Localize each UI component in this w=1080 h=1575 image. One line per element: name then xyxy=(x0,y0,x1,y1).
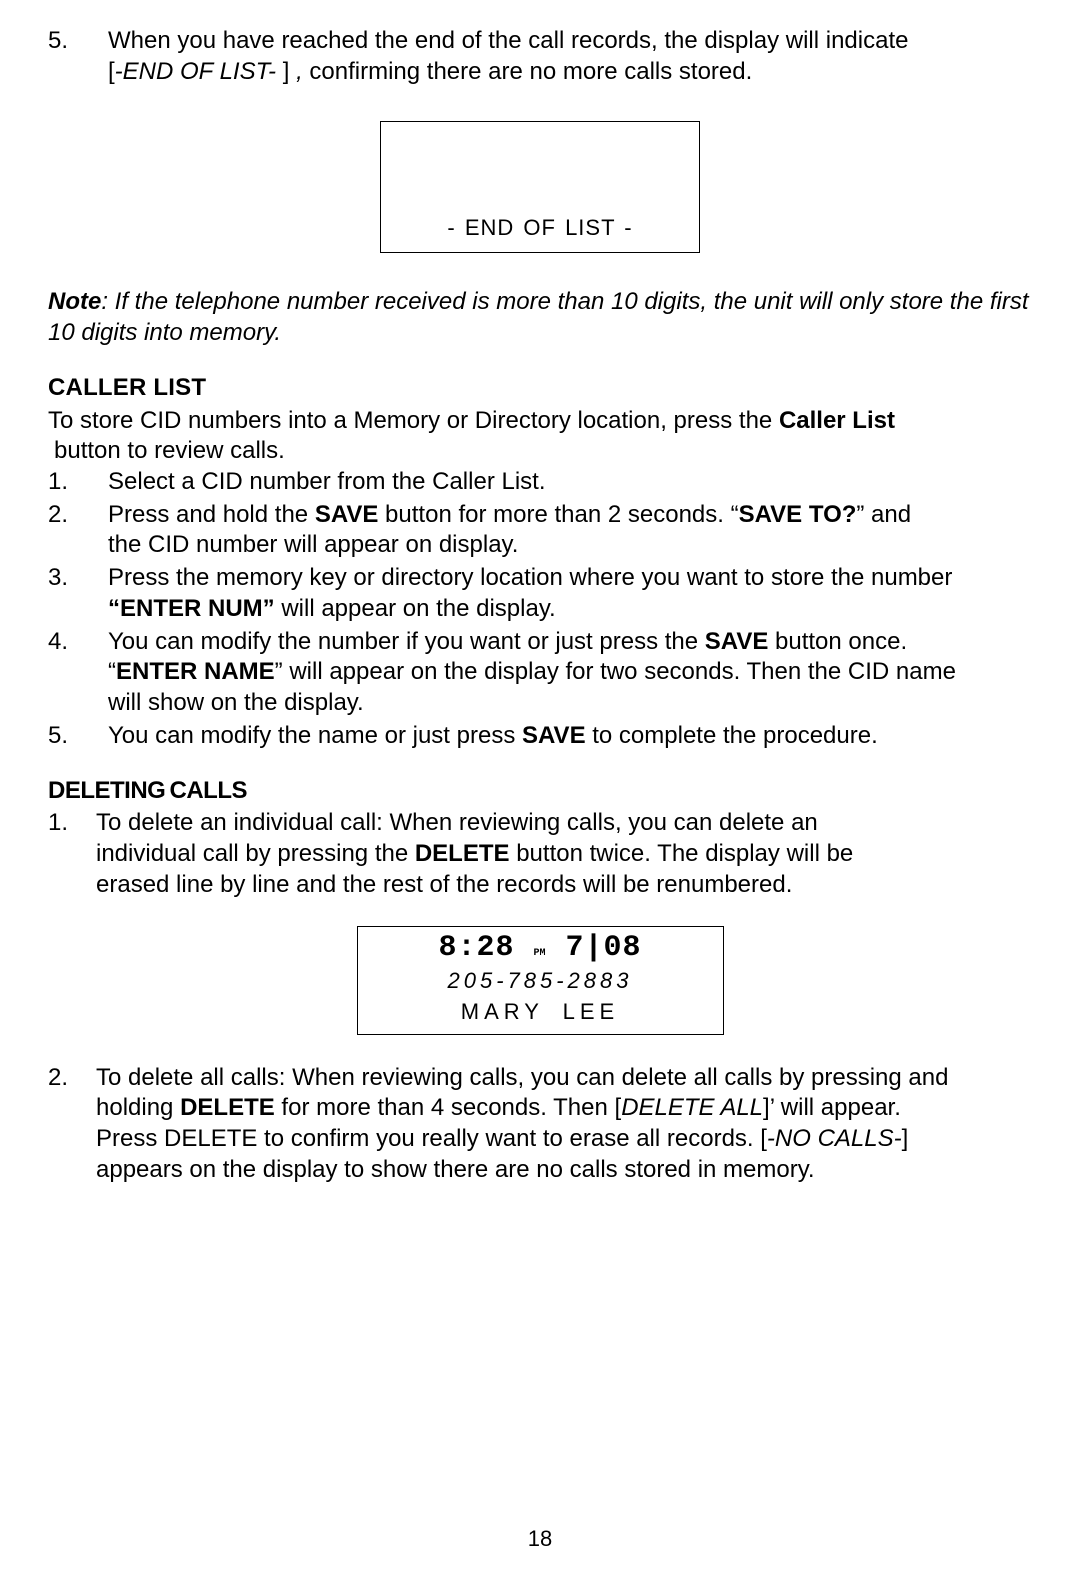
text: ]’ will appear. xyxy=(763,1094,901,1121)
text: When you have reached the end of the cal… xyxy=(108,27,908,54)
text: button to review calls. xyxy=(48,437,285,464)
note-label: Note xyxy=(48,288,101,315)
text: “ xyxy=(108,658,116,685)
item-body: You can modify the number if you want or… xyxy=(108,627,1032,719)
text-italic: DELETE ALL xyxy=(621,1094,763,1121)
deleting-steps-2: 2. To delete all calls: When reviewing c… xyxy=(48,1063,1032,1186)
text-bold: ENTER NAME xyxy=(116,658,275,685)
note-text: : If the telephone number received is mo… xyxy=(48,288,1029,346)
display-date: 7|08 xyxy=(566,933,642,963)
text-bold: DELETE xyxy=(415,840,510,867)
item-number: 5. xyxy=(48,721,108,752)
text: You can modify the name or just press xyxy=(108,722,522,749)
list-item: 5. When you have reached the end of the … xyxy=(48,26,1032,87)
text: To delete an individual call: When revie… xyxy=(96,809,818,836)
text: ” and xyxy=(856,501,911,528)
display-time: 8:28 PM xyxy=(438,933,545,963)
text: will show on the display. xyxy=(108,689,364,716)
text: to complete the procedure. xyxy=(586,722,878,749)
item-number: 3. xyxy=(48,563,108,594)
list-item: 4. You can modify the number if you want… xyxy=(48,627,1032,719)
callerlist-intro: To store CID numbers into a Memory or Di… xyxy=(48,406,1032,467)
item-number: 1. xyxy=(48,467,108,498)
text: confirming there are no more calls store… xyxy=(303,58,753,85)
heading-callerlist: CALLER LIST xyxy=(48,373,1032,404)
phone-display-caller: 8:28 PM 7|08 205-785-2883 MARY LEE xyxy=(357,926,724,1034)
item-body: When you have reached the end of the cal… xyxy=(108,26,1032,87)
text: appears on the display to show there are… xyxy=(96,1156,815,1183)
text: button twice. The display will be xyxy=(510,840,854,867)
text-bold: SAVE xyxy=(522,722,586,749)
text-bold: “ENTER NUM” xyxy=(108,595,275,622)
text: [ xyxy=(108,58,115,85)
text: individual call by pressing the xyxy=(96,840,415,867)
text: You can modify the number if you want or… xyxy=(108,628,705,655)
item-body: Press the memory key or directory locati… xyxy=(108,563,1032,624)
text: Press the memory key or directory locati… xyxy=(108,564,952,591)
display-name: MARY LEE xyxy=(378,998,703,1026)
page-number: 18 xyxy=(0,1525,1080,1553)
text-bold: SAVE TO? xyxy=(739,501,857,528)
text: the CID number will appear on display. xyxy=(108,531,518,558)
phone-display-endoflist: - END OF LIST - xyxy=(380,121,700,253)
note-paragraph: Note: If the telephone number received i… xyxy=(48,287,1032,348)
list-item: 2. To delete all calls: When reviewing c… xyxy=(48,1063,1032,1186)
deleting-steps: 1. To delete an individual call: When re… xyxy=(48,808,1032,900)
item-body: To delete all calls: When reviewing call… xyxy=(96,1063,1032,1186)
page-18: 5. When you have reached the end of the … xyxy=(0,0,1080,1575)
list-item: 3. Press the memory key or directory loc… xyxy=(48,563,1032,624)
item-body: To delete an individual call: When revie… xyxy=(96,808,1032,900)
time-pm: PM xyxy=(534,948,546,959)
text: erased line by line and the rest of the … xyxy=(96,871,792,898)
item-body: You can modify the name or just press SA… xyxy=(108,721,1032,752)
item-number: 4. xyxy=(48,627,108,658)
item-number: 5. xyxy=(48,26,108,57)
text: Press DELETE to confirm you really want … xyxy=(96,1125,767,1152)
text: holding xyxy=(96,1094,180,1121)
list-item: 5. You can modify the name or just press… xyxy=(48,721,1032,752)
item-number: 1. xyxy=(48,808,96,839)
text: Press and hold the xyxy=(108,501,315,528)
display-phone: 205-785-2883 xyxy=(378,967,703,995)
text: ] xyxy=(902,1125,909,1152)
item-number: 2. xyxy=(48,1063,96,1094)
text: will appear on the display. xyxy=(275,595,556,622)
heading-deleting: DELETING CALLS xyxy=(48,776,1032,807)
text: button for more than 2 seconds. “ xyxy=(378,501,738,528)
text: To delete all calls: When reviewing call… xyxy=(96,1064,948,1091)
item-number: 2. xyxy=(48,500,108,531)
time-value: 8:28 xyxy=(438,931,514,965)
text-bold: Caller List xyxy=(779,407,895,434)
text: ] xyxy=(283,58,296,85)
text: Select a CID number from the Caller List… xyxy=(108,468,546,495)
item-body: Press and hold the SAVE button for more … xyxy=(108,500,1032,561)
list-item: 2. Press and hold the SAVE button for mo… xyxy=(48,500,1032,561)
text: for more than 4 seconds. Then [ xyxy=(275,1094,621,1121)
list-item: 1. To delete an individual call: When re… xyxy=(48,808,1032,900)
list-item: 1. Select a CID number from the Caller L… xyxy=(48,467,1032,498)
text-italic: -NO CALLS- xyxy=(767,1125,902,1152)
callerlist-steps: 1. Select a CID number from the Caller L… xyxy=(48,467,1032,751)
text-bold: DELETE xyxy=(180,1094,275,1121)
item-body: Select a CID number from the Caller List… xyxy=(108,467,1032,498)
text-italic: -END OF LIST- xyxy=(115,58,283,85)
text: To store CID numbers into a Memory or Di… xyxy=(48,407,779,434)
intro-list: 5. When you have reached the end of the … xyxy=(48,26,1032,87)
text-bold: SAVE xyxy=(705,628,769,655)
display-time-row: 8:28 PM 7|08 xyxy=(378,933,703,963)
display-text: - END OF LIST - xyxy=(447,214,632,242)
text: button once. xyxy=(768,628,907,655)
text-bold: SAVE xyxy=(315,501,379,528)
text: , xyxy=(296,58,303,85)
text: ” will appear on the display for two sec… xyxy=(275,658,956,685)
